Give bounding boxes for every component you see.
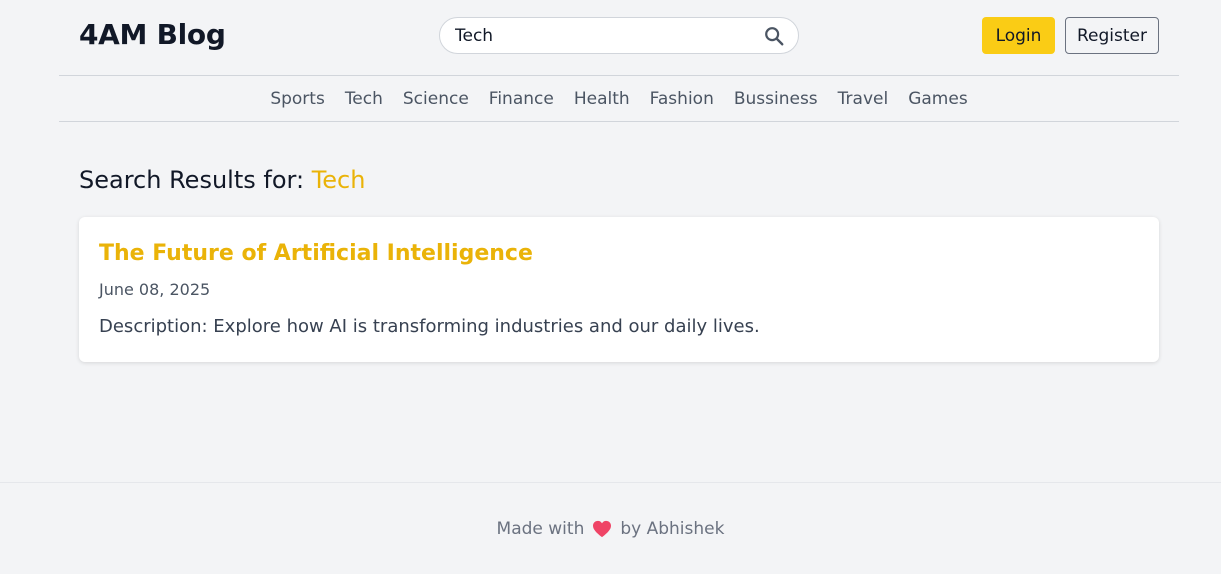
- page: 4AM Blog Login Register Sports Tech Scie…: [0, 0, 1221, 574]
- nav-item-sports[interactable]: Sports: [260, 89, 335, 109]
- nav-item-health[interactable]: Health: [564, 89, 640, 109]
- nav-item-tech[interactable]: Tech: [335, 89, 393, 109]
- footer-author: by Abhishek: [620, 518, 725, 539]
- site-logo[interactable]: 4AM Blog: [79, 18, 226, 51]
- footer-made-with: Made with: [496, 518, 585, 539]
- site-footer: Made with by Abhishek: [0, 482, 1221, 574]
- nav-item-finance[interactable]: Finance: [479, 89, 564, 109]
- site-header: 4AM Blog Login Register: [59, 0, 1179, 76]
- login-button[interactable]: Login: [982, 17, 1055, 54]
- search-query: Tech: [311, 166, 366, 194]
- register-button[interactable]: Register: [1065, 17, 1159, 54]
- search-icon[interactable]: [763, 25, 785, 47]
- result-date: June 08, 2025: [99, 280, 211, 299]
- result-title-link[interactable]: The Future of Artificial Intelligence: [99, 241, 533, 266]
- search-input[interactable]: [455, 18, 755, 53]
- nav-item-travel[interactable]: Travel: [828, 89, 899, 109]
- nav-item-fashion[interactable]: Fashion: [640, 89, 724, 109]
- heading-prefix: Search Results for:: [79, 166, 305, 194]
- nav-item-games[interactable]: Games: [898, 89, 977, 109]
- heart-icon: [593, 520, 612, 537]
- nav-item-science[interactable]: Science: [393, 89, 479, 109]
- search-bar[interactable]: [439, 17, 799, 54]
- category-nav: Sports Tech Science Finance Health Fashi…: [59, 76, 1179, 122]
- result-description: Description: Explore how AI is transform…: [99, 316, 760, 337]
- nav-item-bussiness[interactable]: Bussiness: [724, 89, 828, 109]
- search-results-heading: Search Results for: Tech: [79, 166, 365, 194]
- result-card: The Future of Artificial Intelligence Ju…: [79, 217, 1159, 362]
